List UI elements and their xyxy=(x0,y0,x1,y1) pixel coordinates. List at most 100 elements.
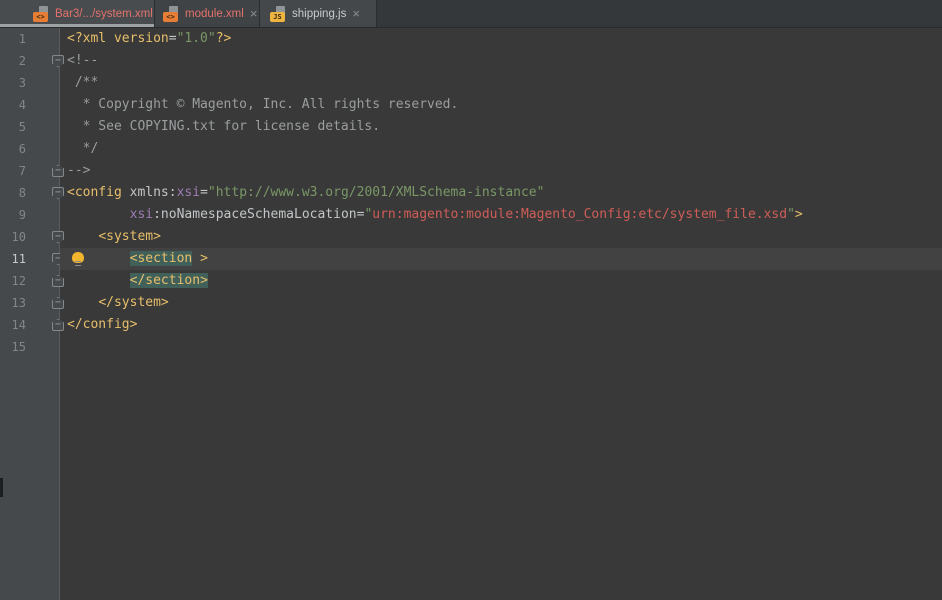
gutter-cell: 7− xyxy=(0,160,60,182)
gutter-cell: 8− xyxy=(0,182,60,204)
js-badge: JS xyxy=(270,12,285,22)
code-line[interactable]: xsi:noNamespaceSchemaLocation="urn:magen… xyxy=(60,204,942,226)
line-number: 10 xyxy=(0,226,26,248)
line-number: 5 xyxy=(0,116,26,138)
close-icon[interactable]: × xyxy=(352,7,360,20)
code-line[interactable]: </config> xyxy=(60,314,942,336)
code-token: > xyxy=(200,251,208,266)
line-number: 7 xyxy=(0,160,26,182)
intention-bulb-icon[interactable] xyxy=(72,252,84,263)
gutter-cell: 10− xyxy=(0,226,60,248)
code-token: </config> xyxy=(67,317,137,332)
code-line[interactable]: */ xyxy=(60,138,942,160)
code-row: 2− <!-- xyxy=(0,50,942,72)
left-edge-marker xyxy=(0,478,3,497)
code-token: </system> xyxy=(98,295,168,310)
code-row: 11− <section > xyxy=(0,248,942,270)
code-line[interactable]: * See COPYING.txt for license details. xyxy=(60,116,942,138)
code-line[interactable]: <section > xyxy=(60,248,942,270)
code-token: <?xml version xyxy=(67,31,169,46)
gutter-cell: 2− xyxy=(0,50,60,72)
line-number: 1 xyxy=(0,28,26,50)
line-number: 12 xyxy=(0,270,26,292)
editor-tab-bar: <> Bar3/.../system.xml × <> module.xml ×… xyxy=(0,0,942,28)
line-number: 13 xyxy=(0,292,26,314)
code-row: 1 <?xml version="1.0"?> xyxy=(0,28,942,50)
close-icon[interactable]: × xyxy=(250,7,258,20)
line-number: 2 xyxy=(0,50,26,72)
code-token: </section> xyxy=(130,273,208,288)
tab-label: Bar3/.../system.xml xyxy=(55,8,153,20)
gutter-cell: 9 xyxy=(0,204,60,226)
code-line[interactable]: /** xyxy=(60,72,942,94)
line-number: 9 xyxy=(0,204,26,226)
line-number: 4 xyxy=(0,94,26,116)
code-token: "1.0" xyxy=(177,31,216,46)
code-token xyxy=(67,295,98,310)
code-line[interactable]: <system> xyxy=(60,226,942,248)
code-row: 5 * See COPYING.txt for license details. xyxy=(0,116,942,138)
xml-badge: <> xyxy=(163,12,178,22)
code-token: xsi xyxy=(130,207,153,222)
code-row: 7− --> xyxy=(0,160,942,182)
code-row: 12− </section> xyxy=(0,270,942,292)
code-line[interactable] xyxy=(60,336,942,358)
line-number: 3 xyxy=(0,72,26,94)
line-number: 11 xyxy=(0,248,26,270)
code-token: * Copyright © Magento, Inc. All rights r… xyxy=(67,97,458,112)
code-line[interactable]: </section> xyxy=(60,270,942,292)
code-row: 6 */ xyxy=(0,138,942,160)
code-token: <!-- xyxy=(67,53,98,68)
gutter-cell: 12− xyxy=(0,270,60,292)
code-line[interactable]: * Copyright © Magento, Inc. All rights r… xyxy=(60,94,942,116)
js-file-icon: JS xyxy=(270,6,286,22)
gutter-cell: 5 xyxy=(0,116,60,138)
code-row: 3 /** xyxy=(0,72,942,94)
code-token: > xyxy=(795,207,803,222)
gutter-cell: 6 xyxy=(0,138,60,160)
code-line[interactable]: <!-- xyxy=(60,50,942,72)
code-row: 14−</config> xyxy=(0,314,942,336)
code-row: 13− </system> xyxy=(0,292,942,314)
code-line[interactable]: --> xyxy=(60,160,942,182)
code-token: xsi xyxy=(177,185,200,200)
code-row: 4 * Copyright © Magento, Inc. All rights… xyxy=(0,94,942,116)
gutter-cell: 11− xyxy=(0,248,60,270)
code-line[interactable]: <?xml version="1.0"?> xyxy=(60,28,942,50)
line-number: 15 xyxy=(0,336,26,358)
code-token: xmlns: xyxy=(122,185,177,200)
code-token: */ xyxy=(67,141,98,156)
code-line[interactable]: </system> xyxy=(60,292,942,314)
code-row: 15 xyxy=(0,336,942,358)
line-number: 8 xyxy=(0,182,26,204)
xml-badge: <> xyxy=(33,12,48,22)
tab-label: shipping.js xyxy=(292,8,346,20)
xml-file-icon: <> xyxy=(33,6,49,22)
code-token: = xyxy=(169,31,177,46)
gutter-cell: 1 xyxy=(0,28,60,50)
tab-shipping-js[interactable]: JS shipping.js × xyxy=(260,0,377,27)
code-token xyxy=(67,273,130,288)
xml-file-icon: <> xyxy=(163,6,179,22)
code-lines-container: 1<?xml version="1.0"?>2−<!--3 /**4 * Cop… xyxy=(0,28,942,358)
code-row: 9 xsi:noNamespaceSchemaLocation="urn:mag… xyxy=(0,204,942,226)
code-token xyxy=(67,207,130,222)
tab-system-xml[interactable]: <> Bar3/.../system.xml × xyxy=(0,0,155,27)
tab-module-xml[interactable]: <> module.xml × xyxy=(155,0,260,27)
code-token: = xyxy=(200,185,208,200)
code-token xyxy=(192,251,200,266)
gutter-cell: 15 xyxy=(0,336,60,358)
code-editor[interactable]: 1<?xml version="1.0"?>2−<!--3 /**4 * Cop… xyxy=(0,28,942,600)
code-line[interactable]: <config xmlns:xsi="http://www.w3.org/200… xyxy=(60,182,942,204)
code-token: <section xyxy=(130,251,193,266)
line-number: 6 xyxy=(0,138,26,160)
code-token: --> xyxy=(67,163,90,178)
gutter-cell: 13− xyxy=(0,292,60,314)
code-token: ?> xyxy=(216,31,232,46)
code-token: :noNamespaceSchemaLocation= xyxy=(153,207,364,222)
code-token xyxy=(67,229,98,244)
code-token: urn:magento:module:Magento_Config:etc/sy… xyxy=(372,207,787,222)
line-number: 14 xyxy=(0,314,26,336)
code-token: /** xyxy=(67,75,98,90)
code-row: 8−<config xmlns:xsi="http://www.w3.org/2… xyxy=(0,182,942,204)
